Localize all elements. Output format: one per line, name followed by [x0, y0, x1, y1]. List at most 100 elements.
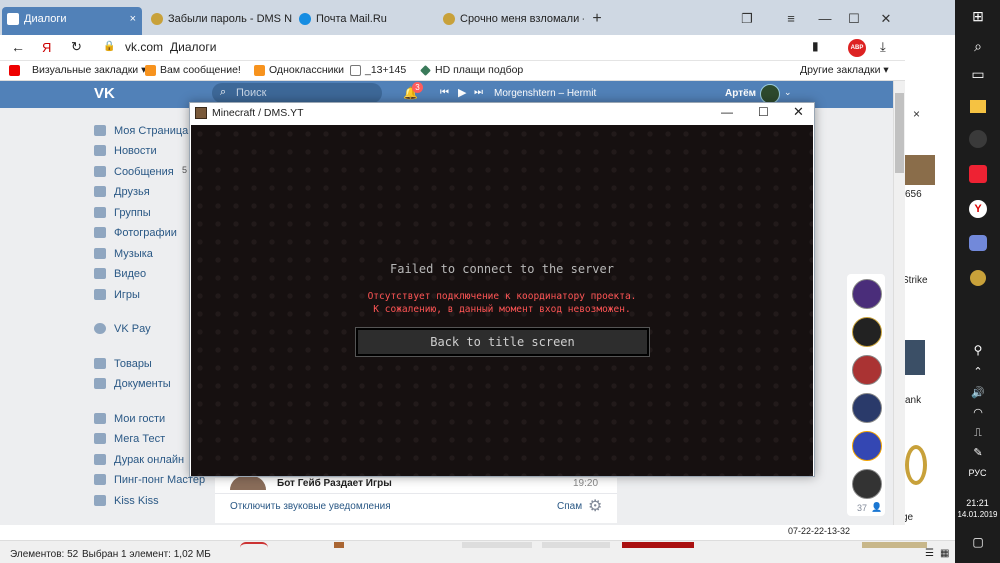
now-playing[interactable]: Morgenshtern – Hermit: [494, 88, 596, 99]
sidebar-item-messages[interactable]: Сообщения: [94, 165, 174, 179]
new-tab-button[interactable]: +: [587, 9, 607, 29]
reload-icon[interactable]: ↻: [71, 39, 82, 55]
sidebar-item-photos[interactable]: Фотографии: [94, 226, 177, 240]
maximize-icon[interactable]: ☐: [844, 9, 864, 29]
notifications-icon[interactable]: ▢: [967, 532, 989, 552]
sidebar-item-kiss[interactable]: Kiss Kiss: [94, 494, 159, 508]
avatar[interactable]: [760, 84, 780, 104]
language-indicator[interactable]: РУС: [955, 468, 1000, 478]
bookmark-hd[interactable]: HD плащи подбор: [420, 64, 523, 76]
sidebar-item-label: Товары: [114, 358, 152, 370]
pen-icon[interactable]: ✎: [967, 443, 989, 463]
avatar[interactable]: [852, 279, 882, 309]
sidebar-item-groups[interactable]: Группы: [94, 206, 151, 220]
avatar[interactable]: [852, 393, 882, 423]
spam-link[interactable]: Спам: [557, 501, 582, 512]
download-icon[interactable]: ⤓: [880, 39, 886, 55]
avatar[interactable]: [852, 431, 882, 461]
prev-track-icon[interactable]: ⏮: [440, 87, 449, 98]
play-icon[interactable]: ▶: [458, 86, 466, 99]
sidebar-item-label: Группы: [114, 207, 151, 219]
app-icon[interactable]: [969, 165, 987, 183]
tabs-overview-icon[interactable]: ❐: [737, 9, 757, 29]
menu-icon[interactable]: ≡: [781, 9, 801, 29]
bookmark-ok[interactable]: Одноклассники: [254, 64, 344, 76]
sidebar-item-label: Дурак онлайн: [114, 454, 185, 466]
search-input[interactable]: ⌕ Поиск: [212, 83, 382, 103]
windows-start-icon[interactable]: ⊞: [967, 6, 989, 26]
sidebar-item-mega-test[interactable]: Мега Тест: [94, 432, 165, 446]
minecraft-titlebar[interactable]: Minecraft / DMS.YT — ☐ ✕: [190, 103, 814, 124]
wifi-icon[interactable]: ◠: [967, 403, 989, 423]
details-view-icon[interactable]: ☰: [925, 548, 934, 559]
sidebar-item-label: VK Pay: [114, 323, 151, 335]
tab-hacked[interactable]: Срочно меня взломали - ...: [438, 7, 584, 35]
gear-icon[interactable]: ⚙: [588, 496, 602, 516]
close-icon[interactable]: ✕: [793, 104, 804, 120]
steam-icon[interactable]: [969, 130, 987, 148]
dms-icon[interactable]: [970, 270, 986, 286]
clock-date[interactable]: 14.01.2019: [955, 510, 1000, 519]
network-icon[interactable]: ⎍: [967, 423, 989, 443]
tab-mail[interactable]: Почта Mail.Ru: [294, 7, 434, 35]
task-view-icon[interactable]: ▭: [967, 64, 989, 84]
next-track-icon[interactable]: ⏭: [474, 87, 483, 98]
bookmark-label: Одноклассники: [269, 64, 345, 76]
maximize-icon[interactable]: ☐: [758, 105, 769, 119]
avatar[interactable]: [852, 317, 882, 347]
close-icon[interactable]: ✕: [876, 9, 896, 29]
scrollbar-thumb[interactable]: [895, 93, 904, 173]
yandex-icon[interactable]: Я: [42, 40, 51, 55]
sidebar-item-my-page[interactable]: Моя Страница: [94, 124, 188, 138]
scrollbar[interactable]: [893, 81, 905, 525]
bookmark-visual[interactable]: Визуальные закладки ▾: [9, 64, 146, 76]
user-name[interactable]: Артём: [725, 88, 756, 99]
url-text[interactable]: vk.com: [125, 40, 163, 54]
discord-icon[interactable]: [969, 235, 987, 251]
sidebar-item-vkpay[interactable]: VK Pay: [94, 322, 151, 336]
chevron-up-icon[interactable]: ⌃: [967, 362, 989, 382]
sidebar-item-friends[interactable]: Друзья: [94, 185, 150, 199]
back-to-title-button[interactable]: Back to title screen: [355, 327, 650, 357]
adblock-icon[interactable]: ABP: [848, 39, 866, 57]
sidebar-item-durak[interactable]: Дурак онлайн: [94, 453, 184, 467]
folder-icon[interactable]: [970, 100, 986, 113]
back-icon[interactable]: ←: [11, 39, 25, 55]
close-icon[interactable]: ×: [913, 107, 920, 121]
sidebar-item-news[interactable]: Новости: [94, 144, 157, 158]
volume-icon[interactable]: 🔊: [967, 383, 989, 403]
avatar[interactable]: [852, 355, 882, 385]
group-icon: [94, 207, 106, 218]
minecraft-icon: [195, 107, 207, 119]
dialog-name[interactable]: Бот Гейб Раздает Игры: [277, 478, 392, 489]
search-icon[interactable]: ⌕: [967, 36, 989, 56]
people-icon[interactable]: ⚲: [967, 340, 989, 360]
thumbnail: [542, 542, 610, 548]
minimize-icon[interactable]: —: [721, 105, 733, 119]
bookmark-message[interactable]: Вам сообщение!: [145, 64, 241, 76]
avatar[interactable]: [852, 469, 882, 499]
sidebar-item-documents[interactable]: Документы: [94, 377, 171, 391]
sidebar-item-label: Документы: [114, 378, 171, 390]
yandex-browser-icon[interactable]: Y: [969, 200, 987, 218]
other-bookmarks[interactable]: Другие закладки ▾: [800, 64, 889, 76]
clock-time[interactable]: 21:21: [955, 498, 1000, 508]
sidebar-item-video[interactable]: Видео: [94, 267, 146, 281]
home-icon: [94, 125, 106, 136]
sidebar-item-games[interactable]: Игры: [94, 288, 140, 302]
sidebar-item-goods[interactable]: Товары: [94, 357, 152, 371]
bookmark-13[interactable]: _13+145: [350, 64, 406, 76]
close-icon[interactable]: ×: [130, 7, 136, 31]
sidebar-item-music[interactable]: Музыка: [94, 247, 153, 261]
tiles-view-icon[interactable]: ▦: [940, 548, 949, 559]
app-icon: [94, 413, 106, 424]
tab-dms[interactable]: Забыли пароль - DMS NET: [146, 7, 292, 35]
thumbnail: [905, 155, 935, 185]
bookmark-icon[interactable]: ▮: [812, 39, 819, 53]
chevron-down-icon[interactable]: ⌄: [784, 87, 792, 98]
mute-notifications-link[interactable]: Отключить звуковые уведомления: [230, 501, 391, 512]
minimize-icon[interactable]: —: [815, 9, 835, 29]
sidebar-item-guests[interactable]: Мои гости: [94, 412, 165, 426]
tab-dialogs[interactable]: Диалоги ×: [2, 7, 142, 35]
vk-logo-icon[interactable]: VK: [94, 85, 115, 102]
